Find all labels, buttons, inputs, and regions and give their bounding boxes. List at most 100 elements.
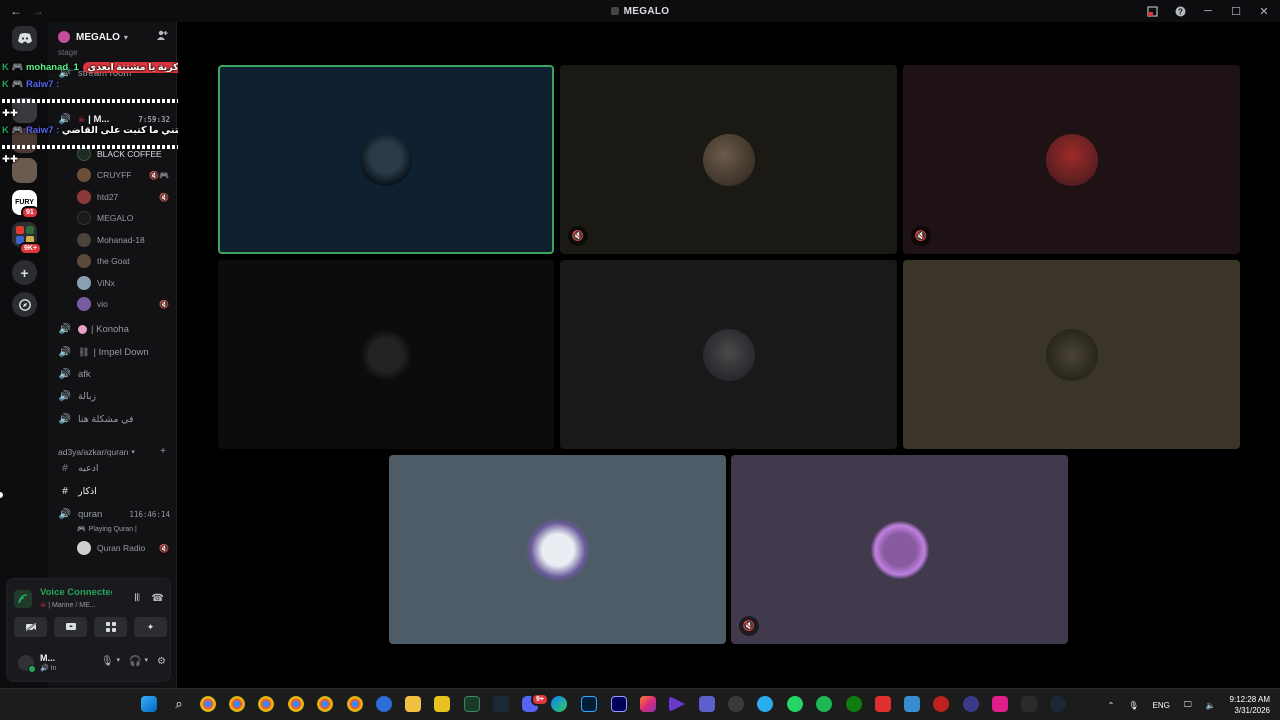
chevron-down-icon[interactable]: ▾	[145, 656, 149, 667]
steam-icon[interactable]	[1050, 696, 1066, 712]
red-app-icon[interactable]	[933, 696, 949, 712]
voice-member[interactable]: the Goat	[77, 254, 169, 268]
edge-icon[interactable]	[551, 696, 567, 712]
audio-app-icon[interactable]	[875, 696, 891, 712]
participant-tile[interactable]	[389, 455, 726, 644]
chevron-up-icon[interactable]: ⌃	[1108, 701, 1115, 710]
voice-member[interactable]: BLACK COFFEE	[77, 147, 169, 161]
chrome-icon[interactable]	[229, 696, 245, 712]
soundboard-button[interactable]: ✦	[134, 617, 167, 637]
avatar[interactable]	[18, 655, 36, 673]
disconnect-icon[interactable]: ☎	[152, 593, 164, 604]
voice-member[interactable]: htd27 🔇	[77, 190, 169, 204]
file-explorer-icon[interactable]	[405, 696, 421, 712]
back-arrow-icon[interactable]: ←	[10, 4, 22, 18]
server-icon-2[interactable]	[12, 128, 37, 153]
server-icon-3[interactable]	[12, 158, 37, 183]
chrome-icon[interactable]	[200, 696, 216, 712]
photoshop-icon[interactable]	[581, 696, 597, 712]
add-server-icon[interactable]: +	[12, 260, 37, 285]
channel-konoha[interactable]: 🔊 | Konoha	[58, 324, 129, 335]
minimize-icon[interactable]: ─	[1202, 5, 1214, 17]
voice-status-title[interactable]: Voice Connected	[40, 587, 112, 598]
participant-tile[interactable]	[218, 65, 554, 254]
voice-member[interactable]: CRUYFF 🔇🎮	[77, 168, 169, 182]
forward-arrow-icon[interactable]: →	[32, 4, 44, 18]
window-app-icon[interactable]	[904, 696, 920, 712]
maximize-icon[interactable]: ☐	[1230, 5, 1242, 18]
channel-stream-room[interactable]: 🔊 stream room	[58, 68, 132, 79]
close-icon[interactable]: ✕	[1258, 5, 1270, 18]
channel-impel-down[interactable]: 🔊 ⛓ | Impel Down	[58, 347, 149, 358]
signal-icon[interactable]	[14, 590, 32, 608]
noise-suppression-icon[interactable]: 𝄃𝄃	[135, 593, 139, 604]
whatsapp-icon[interactable]	[787, 696, 803, 712]
volume-icon[interactable]: 🔈	[1206, 701, 1216, 710]
xbox-icon[interactable]	[846, 696, 862, 712]
search-icon[interactable]: ⌕	[171, 696, 187, 712]
discord-home-icon[interactable]	[12, 26, 37, 51]
browser-icon[interactable]	[376, 696, 392, 712]
participant-tile[interactable]	[218, 260, 554, 449]
voice-member[interactable]: Mohanad-18	[77, 233, 169, 247]
channel-quran[interactable]: 🔊 quran 116:46:14	[58, 509, 170, 520]
text-channel[interactable]: # ادعيه	[58, 463, 98, 474]
channel-problem[interactable]: 🔊 في مشكلة هنا	[58, 414, 134, 425]
voice-member[interactable]: ViNx	[77, 276, 169, 290]
headphones-icon[interactable]: 🎧	[129, 656, 141, 667]
user-name[interactable]: M...	[40, 653, 55, 663]
language-indicator[interactable]: ENG	[1152, 701, 1169, 710]
invite-people-icon[interactable]	[156, 30, 168, 44]
chevron-down-icon[interactable]: ▾	[117, 656, 121, 667]
teams-icon[interactable]	[699, 696, 715, 712]
premiere-icon[interactable]	[611, 696, 627, 712]
voice-member[interactable]: vio 🔇	[77, 297, 169, 311]
chrome-icon[interactable]	[288, 696, 304, 712]
microphone-tray-icon[interactable]: 🎙	[1128, 701, 1138, 710]
iptv-icon[interactable]	[992, 696, 1008, 712]
participant-tile[interactable]: 🔇	[731, 455, 1068, 644]
settings-gear-icon[interactable]: ⚙	[157, 656, 166, 667]
media-player-icon[interactable]	[669, 696, 685, 712]
hash-icon: #	[62, 486, 68, 497]
app-icon[interactable]	[963, 696, 979, 712]
voice-channel-subtitle[interactable]: ☠ | Marine / ME...	[40, 601, 96, 609]
help-icon[interactable]: ?	[1174, 5, 1186, 17]
participant-tile[interactable]: 🔇	[903, 65, 1240, 254]
spreadsheet-icon[interactable]	[464, 696, 480, 712]
microphone-icon[interactable]: 🎙	[101, 656, 114, 667]
text-channel[interactable]: # اذكار	[58, 486, 97, 497]
chevron-down-icon: ▾	[131, 448, 135, 456]
clock[interactable]: 9:12:28 AM 3/31/2026	[1230, 694, 1270, 716]
muted-icon: 🔇	[739, 616, 759, 636]
inbox-icon[interactable]	[1146, 5, 1158, 17]
server-icon-1[interactable]	[12, 98, 37, 123]
chrome-icon[interactable]	[347, 696, 363, 712]
category-header[interactable]: ad3ya/azkar/quran ▾ +	[58, 446, 166, 457]
spotify-icon[interactable]	[816, 696, 832, 712]
camera-off-button[interactable]	[14, 617, 47, 637]
channel-afk[interactable]: 🔊 afk	[58, 369, 91, 380]
instagram-icon[interactable]	[640, 696, 656, 712]
chrome-icon[interactable]	[258, 696, 274, 712]
activities-button[interactable]	[94, 617, 127, 637]
screen-share-button[interactable]	[54, 617, 87, 637]
add-channel-icon[interactable]: +	[160, 446, 166, 457]
channel-active-voice[interactable]: 🔊 ☠ | M... 7:59:32	[58, 114, 170, 125]
discover-icon[interactable]	[12, 292, 37, 317]
chrome-icon[interactable]	[317, 696, 333, 712]
voice-member[interactable]: Quran Radio 🔇	[77, 541, 169, 555]
steam-icon[interactable]	[493, 696, 509, 712]
participant-tile[interactable]	[560, 260, 897, 449]
notes-icon[interactable]	[434, 696, 450, 712]
app-icon[interactable]	[728, 696, 744, 712]
app-icon[interactable]	[1021, 696, 1037, 712]
channel-zbalah[interactable]: 🔊 زبالة	[58, 391, 96, 402]
windows-start-icon[interactable]	[141, 696, 157, 712]
participant-tile[interactable]	[903, 260, 1240, 449]
participant-tile[interactable]: 🔇	[560, 65, 897, 254]
network-icon[interactable]: 🖵	[1184, 700, 1192, 710]
telegram-icon[interactable]	[757, 696, 773, 712]
pirate-emoji-icon: ☠	[78, 115, 86, 124]
voice-member[interactable]: MEGALO	[77, 211, 169, 225]
